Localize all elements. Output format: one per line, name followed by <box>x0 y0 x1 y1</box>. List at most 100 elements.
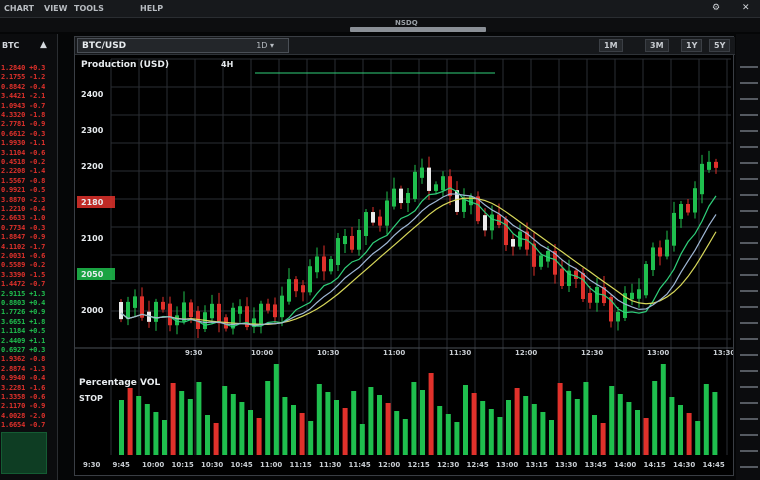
volume-bar <box>420 390 425 455</box>
watchlist-row[interactable]: 0.8803 +0.4 <box>1 299 45 308</box>
watchlist-row[interactable]: 4.0028 -2.0 <box>1 412 45 421</box>
symbol-label: BTC/USD <box>82 41 127 51</box>
time-axis-labels: 9:30 10:00 10:30 11:00 11:30 12:00 12:30 13:00 1… <box>185 349 733 357</box>
volume-time-label: 11:00 <box>260 461 282 469</box>
volume-sublabel: STOP <box>79 394 103 403</box>
candle-body <box>413 171 417 199</box>
interval-dropdown[interactable]: 1D ▾ <box>256 41 274 50</box>
volume-time-label: 11:15 <box>290 461 312 469</box>
watchlist-row[interactable]: 0.7734 -0.3 <box>1 224 45 233</box>
candle-body <box>273 304 277 318</box>
range-5y-button[interactable]: 5Y <box>709 39 731 52</box>
price-label: 2200 <box>81 162 104 171</box>
watchlist-row[interactable]: 0.8842 -0.4 <box>1 83 45 92</box>
candle-body <box>259 303 263 325</box>
volume-bar <box>291 405 296 455</box>
watchlist-row[interactable]: 3.1104 -0.6 <box>1 149 45 158</box>
watchlist-row[interactable]: 0.6612 -0.3 <box>1 130 45 139</box>
candle-body <box>714 161 718 168</box>
volume-bar <box>256 418 262 455</box>
gear-icon[interactable]: ⚙ <box>712 3 720 13</box>
scale-tick <box>740 242 758 244</box>
candle-body <box>161 301 165 310</box>
volume-bar <box>153 412 159 455</box>
watchlist-row[interactable]: 0.5589 -0.2 <box>1 261 45 270</box>
candle-body <box>427 167 431 191</box>
watchlist-row[interactable]: 1.8847 -0.9 <box>1 233 45 242</box>
volume-bar <box>695 421 701 455</box>
volume-bar <box>471 393 477 455</box>
watchlist-row[interactable]: 0.4518 -0.2 <box>1 158 45 167</box>
menu-item-chart[interactable]: CHART <box>4 4 34 13</box>
candle-body <box>630 292 634 300</box>
watchlist-row[interactable]: 3.4421 -2.1 <box>1 92 45 101</box>
range-3m-button[interactable]: 3M <box>645 39 669 52</box>
watchlist-row[interactable]: 3.6651 +1.8 <box>1 318 45 327</box>
watchlist-row[interactable]: 1.9362 -0.8 <box>1 355 45 364</box>
watchlist-row[interactable]: 1.2210 -0.4 <box>1 205 45 214</box>
volume-bar <box>136 396 142 455</box>
scale-tick <box>740 306 758 308</box>
watchlist-row[interactable]: 1.6654 -0.7 <box>1 421 45 430</box>
watchlist-row[interactable]: 2.1170 -0.9 <box>1 402 45 411</box>
chart-toolbar: BTC/USD 1D ▾ 1M 3M 1Y 5Y <box>75 37 735 55</box>
watchlist-row[interactable]: 0.6927 +0.3 <box>1 346 45 355</box>
watchlist-row[interactable]: 2.0031 -0.6 <box>1 252 45 261</box>
time-label: 10:30 <box>317 349 339 357</box>
watchlist-row[interactable]: 1.5567 -0.8 <box>1 177 45 186</box>
volume-bar <box>497 417 503 455</box>
price-chart[interactable]: Production (USD) 4H 2400 2300 2200 2180 2100… <box>75 55 733 475</box>
watchlist-row[interactable]: 2.2208 -1.4 <box>1 167 45 176</box>
watchlist-row[interactable]: 4.3320 -1.8 <box>1 111 45 120</box>
watchlist-row[interactable]: 3.8870 -2.3 <box>1 196 45 205</box>
watchlist-row[interactable]: 2.1755 -1.2 <box>1 73 45 82</box>
menu-item-help[interactable]: HELP <box>140 4 163 13</box>
candle-body <box>637 289 641 299</box>
volume-bar <box>617 394 623 455</box>
volume-bar <box>643 418 649 455</box>
watchlist-row[interactable]: 2.4409 +1.1 <box>1 337 45 346</box>
price-label: 2000 <box>81 306 104 315</box>
candle-body <box>483 215 487 231</box>
watchlist-row[interactable]: 1.0943 -0.7 <box>1 102 45 111</box>
watchlist-row[interactable]: 4.1102 -1.7 <box>1 243 45 252</box>
menu-item-tools[interactable]: TOOLS <box>74 4 104 13</box>
symbol-selector[interactable]: BTC/USD 1D ▾ <box>77 38 289 53</box>
candle-body <box>406 192 410 204</box>
volume-bar <box>308 421 314 455</box>
time-label: 12:00 <box>515 349 537 357</box>
watchlist-row[interactable]: 2.7781 -0.9 <box>1 120 45 129</box>
watchlist-row[interactable]: 0.9921 -0.5 <box>1 186 45 195</box>
active-tab-indicator <box>350 27 486 32</box>
watchlist-row[interactable]: 1.2840 +0.3 <box>1 64 45 73</box>
watchlist-row[interactable]: 0.9940 -0.4 <box>1 374 45 383</box>
range-1y-button[interactable]: 1Y <box>681 39 703 52</box>
volume-bar <box>712 392 718 455</box>
watchlist-row[interactable]: 1.3358 -0.6 <box>1 393 45 402</box>
watchlist-row[interactable]: 3.2281 -1.6 <box>1 384 45 393</box>
watchlist-row[interactable]: 3.3390 -1.5 <box>1 271 45 280</box>
watchlist-row[interactable]: 2.8874 -1.3 <box>1 365 45 374</box>
watchlist-row[interactable]: 1.9930 -1.1 <box>1 139 45 148</box>
tab-nsdq[interactable]: NSDQ <box>395 19 418 27</box>
volume-bar <box>506 400 511 455</box>
chevron-up-icon[interactable]: ▲ <box>40 40 47 50</box>
candle-body <box>462 199 466 212</box>
scale-tick <box>740 130 758 132</box>
scale-tick <box>740 66 758 68</box>
volume-bar <box>583 382 589 455</box>
watchlist-selected-block[interactable] <box>1 432 47 474</box>
candle-body <box>672 212 676 246</box>
candle-body <box>357 230 361 250</box>
watchlist-row[interactable]: 1.1184 +0.5 <box>1 327 45 336</box>
watchlist-row[interactable]: 1.4472 -0.7 <box>1 280 45 289</box>
candle-body <box>700 163 704 195</box>
watchlist-row[interactable]: 2.9115 +1.3 <box>1 290 45 299</box>
watchlist-row[interactable]: 2.6633 -1.0 <box>1 214 45 223</box>
volume-time-label: 10:15 <box>172 461 194 469</box>
close-icon[interactable]: ✕ <box>742 3 750 13</box>
range-1m-button[interactable]: 1M <box>599 39 623 52</box>
volume-bar <box>196 382 202 455</box>
menu-item-view[interactable]: VIEW <box>44 4 67 13</box>
watchlist-row[interactable]: 1.7726 +0.9 <box>1 308 45 317</box>
